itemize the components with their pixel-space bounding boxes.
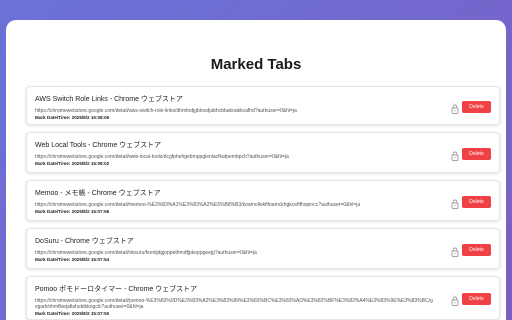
tab-mark-date: Mark Date/Time: 2025/8/2 15:08:06: [35, 115, 110, 120]
tab-card: Memoo - メモ帳 - Chrome ウェブストア https://chro…: [26, 180, 500, 221]
delete-button[interactable]: Delete: [462, 293, 491, 305]
tab-url[interactable]: https://chromewebstore.google.com/detail…: [35, 202, 435, 208]
tab-title[interactable]: Web Local Tools - Chrome ウェブストア: [35, 140, 435, 150]
delete-button[interactable]: Delete: [462, 148, 491, 160]
tab-url[interactable]: https://chromewebstore.google.com/detail…: [35, 298, 435, 310]
lock-icon[interactable]: [451, 244, 459, 257]
marked-tabs-list: AWS Switch Role Links - Chrome ウェブストア ht…: [26, 86, 500, 320]
delete-button[interactable]: Delete: [462, 101, 491, 113]
tab-mark-date: Mark Date/Time: 2025/8/2 15:07:50: [35, 311, 110, 316]
tab-url[interactable]: https://chromewebstore.google.com/detail…: [35, 154, 435, 160]
lock-icon[interactable]: [451, 148, 459, 161]
tab-card: Web Local Tools - Chrome ウェブストア https://…: [26, 132, 500, 173]
tab-mark-date: Mark Date/Time: 2025/8/2 15:08:02: [35, 161, 110, 166]
main-panel: Marked Tabs AWS Switch Role Links - Chro…: [6, 20, 506, 320]
tab-title[interactable]: AWS Switch Role Links - Chrome ウェブストア: [35, 94, 435, 104]
lock-icon[interactable]: [451, 293, 459, 306]
tab-card: DoSuru - Chrome ウェブストア https://chromeweb…: [26, 228, 500, 269]
lock-icon[interactable]: [451, 101, 459, 114]
tab-mark-date: Mark Date/Time: 2025/8/2 15:07:56: [35, 209, 110, 214]
tab-card: AWS Switch Role Links - Chrome ウェブストア ht…: [26, 86, 500, 125]
tab-title[interactable]: Pomoo ポモドーロタイマー - Chrome ウェブストア: [35, 284, 435, 294]
delete-button[interactable]: Delete: [462, 196, 491, 208]
tab-mark-date: Mark Date/Time: 2025/8/2 15:07:54: [35, 257, 110, 262]
tab-url[interactable]: https://chromewebstore.google.com/detail…: [35, 108, 435, 114]
tab-title[interactable]: Memoo - メモ帳 - Chrome ウェブストア: [35, 188, 435, 198]
tab-title[interactable]: DoSuru - Chrome ウェブストア: [35, 236, 435, 246]
delete-button[interactable]: Delete: [462, 244, 491, 256]
tab-card: Pomoo ポモドーロタイマー - Chrome ウェブストア https://…: [26, 276, 500, 320]
page-title: Marked Tabs: [210, 56, 302, 73]
lock-icon[interactable]: [451, 196, 459, 209]
tab-url[interactable]: https://chromewebstore.google.com/detail…: [35, 250, 435, 256]
